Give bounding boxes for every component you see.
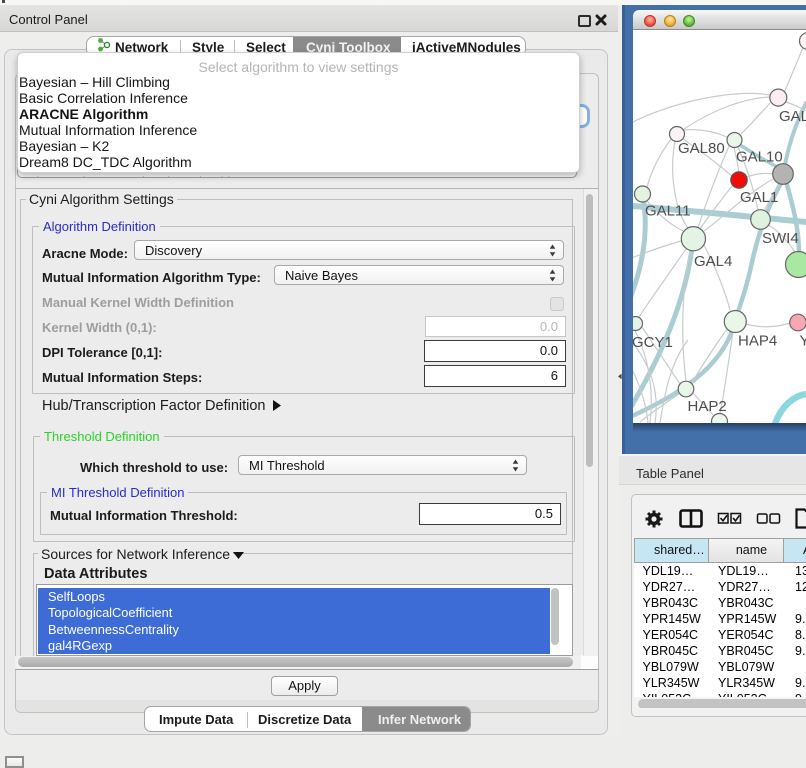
svg-text:HAP2: HAP2 xyxy=(688,398,727,415)
svg-text:GAL10: GAL10 xyxy=(736,149,783,166)
svg-text:GCY1: GCY1 xyxy=(633,334,673,351)
svg-text:GAL4: GAL4 xyxy=(694,253,732,270)
svg-text:SWI4: SWI4 xyxy=(762,230,799,247)
svg-text:GAL7: GAL7 xyxy=(779,108,806,125)
svg-text:GAL80: GAL80 xyxy=(678,140,725,157)
svg-text:HAP4: HAP4 xyxy=(738,333,777,350)
svg-text:YM: YM xyxy=(800,333,806,350)
svg-text:GAL1: GAL1 xyxy=(740,189,778,206)
svg-text:GAL11: GAL11 xyxy=(645,203,691,220)
